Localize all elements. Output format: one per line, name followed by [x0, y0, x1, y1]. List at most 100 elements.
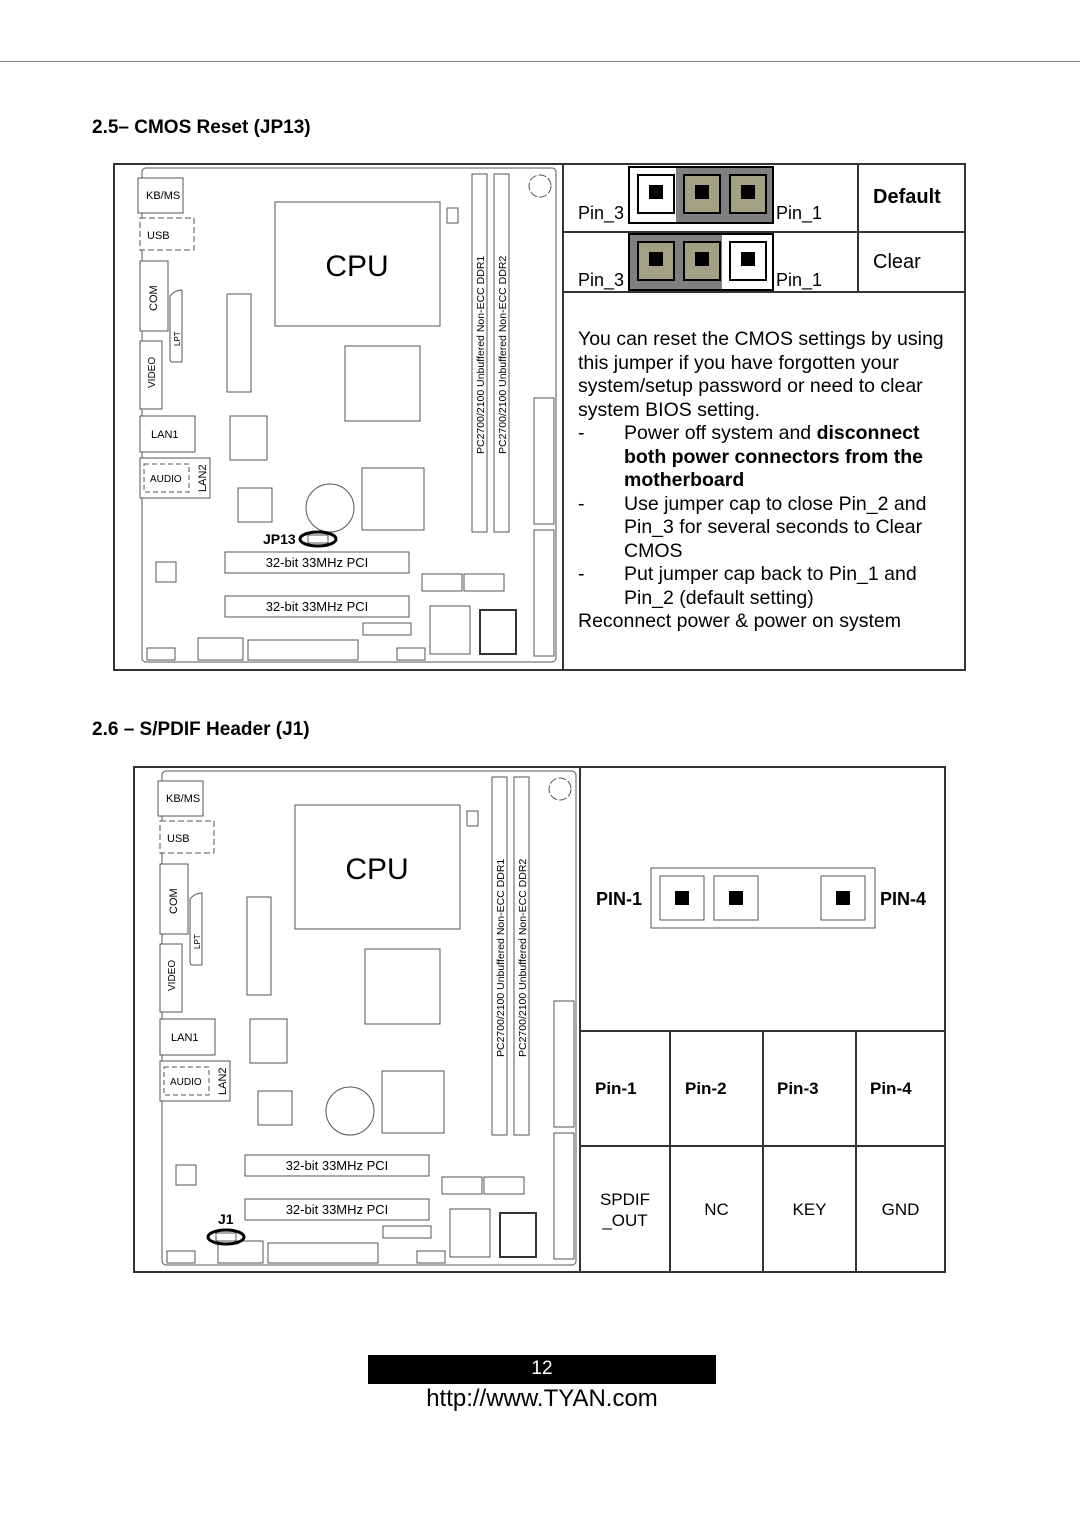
port-label: AUDIO: [150, 474, 182, 485]
chip: [246, 896, 272, 996]
dimm-label-2: PC2700/2100 Unbuffered Non-ECC DDR2: [517, 859, 529, 1057]
pin-header-1: Pin-1: [595, 1079, 637, 1098]
port-lpt: [189, 892, 203, 966]
pin-value-3: KEY: [792, 1200, 827, 1219]
bullet-dash: -: [578, 563, 585, 585]
cmos-battery: [325, 1086, 375, 1136]
pin4-header-label: PIN-4: [880, 889, 927, 909]
header-rule: [0, 61, 1080, 62]
pin-value-2: NC: [704, 1200, 729, 1219]
port-label: LPT: [173, 331, 182, 346]
motherboard-diagram-spdif: KB/MS USB COM LPT VIDEO LAN1 AUDIO LAN2 CPU PC270…: [140, 769, 580, 1269]
ide-connector: [533, 397, 555, 525]
port-label: KB/MS: [166, 793, 200, 805]
port-label: COM: [168, 888, 180, 914]
chip: [429, 605, 471, 655]
divider: [762, 1030, 764, 1273]
chip: [361, 467, 425, 531]
page-number: 12: [368, 1355, 716, 1384]
spdif-header-diagram: [650, 867, 876, 934]
cpu-label: CPU: [345, 853, 408, 886]
pin1-label: Pin_1: [776, 203, 823, 223]
chip: [175, 1164, 197, 1186]
pci-label-1: 32-bit 33MHz PCI: [266, 555, 369, 570]
chip: [257, 1090, 293, 1126]
bullet-dash: -: [578, 422, 585, 444]
pin-header-3: Pin-3: [777, 1079, 819, 1098]
chip: [381, 1070, 445, 1134]
chip: [499, 1212, 537, 1258]
port-lpt: [169, 289, 183, 363]
pci-label-2: 32-bit 33MHz PCI: [266, 599, 369, 614]
ide-connector: [553, 1132, 575, 1260]
sata-port: [421, 573, 463, 592]
divider: [562, 163, 564, 671]
footer-url-link[interactable]: http://www.TYAN.com: [368, 1385, 716, 1413]
port-label: AUDIO: [170, 1077, 202, 1088]
chip: [229, 415, 268, 461]
jumper-label: J1: [218, 1211, 234, 1227]
section-title-spdif: 2.6 – S/PDIF Header (J1): [92, 719, 310, 740]
jumper-label: JP13: [263, 531, 296, 547]
port-label: COM: [148, 285, 160, 311]
step-text: Use jumper cap to close Pin_2 and Pin_3 …: [624, 492, 927, 562]
pin-value-1: SPDIF _OUT: [599, 1190, 651, 1230]
motherboard-diagram-cmos: KB/MS USB COM LPT VIDEO LAN1 AUDIO LAN2 CPU PC270…: [120, 166, 560, 666]
dimm-label-1: PC2700/2100 Unbuffered Non-ECC DDR1: [475, 256, 487, 454]
setting-clear-label: Clear: [873, 251, 921, 273]
pin-value-4: GND: [881, 1200, 920, 1219]
section-title-cmos: 2.5– CMOS Reset (JP13): [92, 117, 311, 138]
chip: [155, 561, 177, 583]
jumper-highlight: [206, 1228, 246, 1246]
dimm-label-2: PC2700/2100 Unbuffered Non-ECC DDR2: [497, 256, 509, 454]
port-label: USB: [147, 230, 170, 242]
setting-default-label: Default: [873, 186, 941, 208]
bullet-dash: -: [578, 492, 585, 515]
chip: [479, 609, 517, 655]
step-text: Put jumper cap back to Pin_1 and Pin_2 (…: [624, 563, 917, 609]
step-item: - Power off system and disconnect both p…: [578, 422, 953, 493]
step-item: - Use jumper cap to close Pin_2 and Pin_…: [578, 493, 953, 564]
pci-label-2: 32-bit 33MHz PCI: [286, 1202, 389, 1217]
dimm-label-1: PC2700/2100 Unbuffered Non-ECC DDR1: [495, 859, 507, 1057]
pin-header-2: Pin-2: [685, 1079, 727, 1098]
cmos-description: You can reset the CMOS settings by using…: [578, 328, 953, 634]
divider: [669, 1030, 671, 1273]
pin1-label: Pin_1: [776, 270, 823, 290]
port-label: VIDEO: [167, 960, 178, 991]
sata-port: [463, 573, 505, 592]
cpu-label: CPU: [325, 250, 388, 283]
port-label: LAN1: [151, 429, 179, 441]
divider: [855, 1030, 857, 1273]
cmos-battery: [305, 483, 355, 533]
step-item: - Put jumper cap back to Pin_1 and Pin_2…: [578, 563, 953, 610]
pin-header-4: Pin-4: [870, 1079, 912, 1098]
chip: [449, 1208, 491, 1258]
ide-connector: [553, 1000, 575, 1128]
step-text: Power off system and: [624, 422, 817, 444]
jumper-default-diagram: [628, 166, 774, 229]
chip: [364, 948, 441, 1025]
pci-label-1: 32-bit 33MHz PCI: [286, 1158, 389, 1173]
description-outro: Reconnect power & power on system: [578, 610, 901, 632]
pin1-header-label: PIN-1: [596, 889, 643, 909]
sata-port: [441, 1176, 483, 1195]
chip: [237, 487, 273, 523]
pin3-label: Pin_3: [578, 270, 625, 290]
chip: [226, 293, 252, 393]
jumper-clear-diagram: [628, 233, 774, 296]
port-label: KB/MS: [146, 190, 180, 202]
ide-connector: [533, 529, 555, 657]
port-label: LAN2: [217, 1067, 229, 1095]
description-intro: You can reset the CMOS settings by using…: [578, 328, 944, 421]
chip: [344, 345, 421, 422]
port-label: LPT: [193, 934, 202, 949]
port-label: USB: [167, 833, 190, 845]
jumper-highlight: [298, 530, 338, 548]
divider: [857, 163, 859, 293]
port-label: VIDEO: [147, 357, 158, 388]
chip: [249, 1018, 288, 1064]
port-label: LAN2: [197, 464, 209, 492]
port-label: LAN1: [171, 1032, 199, 1044]
pin3-label: Pin_3: [578, 203, 625, 223]
